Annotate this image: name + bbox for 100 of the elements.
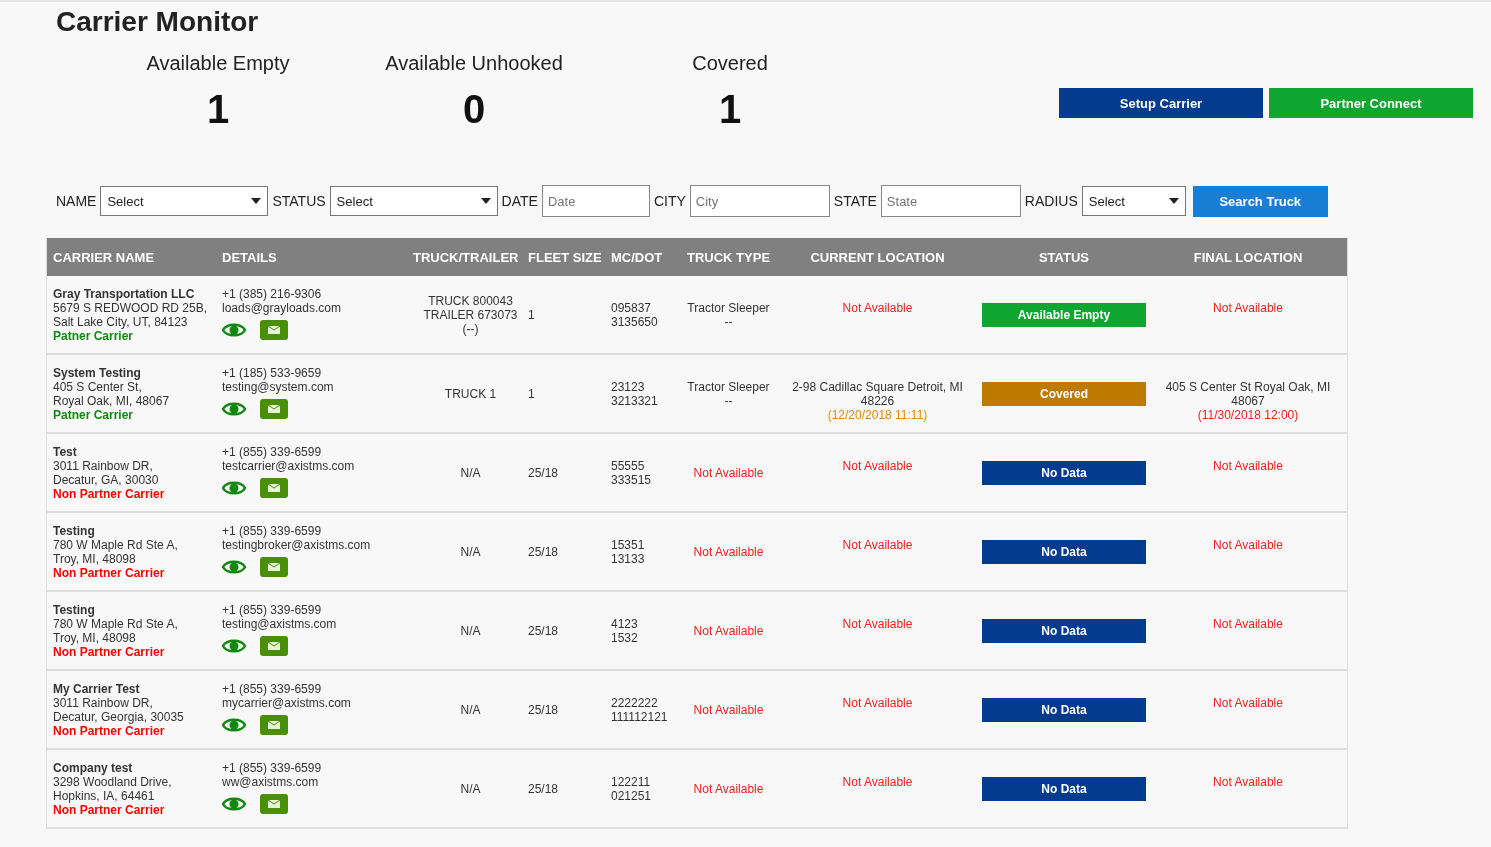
truck-type: Not Available [693, 702, 764, 717]
location-time: (11/30/2018 12:00) [1197, 408, 1299, 422]
final-location: Not Available [1213, 459, 1283, 473]
caret-icon [251, 198, 262, 204]
filter-select[interactable]: Select [1081, 186, 1186, 216]
carrier-name: Testing [53, 603, 96, 617]
filter-select[interactable]: Select [329, 186, 498, 216]
mail-icon[interactable] [260, 557, 288, 577]
partner-status: Non Partner Carrier [53, 645, 166, 659]
truck-trailer: N/A [460, 702, 481, 717]
column-header: FINAL LOCATION [1192, 249, 1304, 265]
location-time: (12/20/2018 11:11) [827, 408, 928, 422]
eye-icon[interactable] [222, 401, 246, 417]
filter-label: DATE [501, 193, 538, 209]
carrier-name: Test [53, 445, 78, 459]
carrier-address: Troy, MI, 48098 [53, 631, 137, 645]
truck-trailer: TRUCK 1 [444, 386, 497, 401]
partner-status: Patner Carrier [53, 408, 135, 422]
phone-number: +1 (855) 339-6599 [222, 445, 323, 459]
carrier-name: Testing [53, 524, 96, 538]
partner-status: Patner Carrier [53, 329, 135, 343]
truck-type: -- [724, 314, 733, 329]
carrier-address: Hopkins, IA, 64461 [53, 789, 156, 803]
eye-icon[interactable] [222, 559, 246, 575]
summary-count: 0 [462, 87, 486, 132]
eye-icon[interactable] [222, 717, 246, 733]
filter-select[interactable]: Select [100, 186, 269, 216]
filter-label: NAME [56, 193, 97, 209]
truck-trailer: TRAILER 673073 [423, 307, 518, 322]
truck-trailer: (--) [462, 321, 479, 336]
filter-label: RADIUS [1024, 193, 1078, 209]
current-location: Not Available [842, 301, 913, 315]
mc-dot-number: 3135650 [611, 314, 659, 329]
truck-type: Not Available [693, 623, 764, 638]
column-header: DETAILS [221, 249, 278, 265]
truck-trailer: TRUCK 800043 [428, 293, 513, 308]
truck-trailer: N/A [460, 465, 481, 480]
eye-icon[interactable] [222, 638, 246, 654]
mail-icon[interactable] [260, 478, 288, 498]
column-header: STATUS [1037, 249, 1091, 265]
carrier-address: 405 S Center St, [53, 380, 143, 394]
truck-type: Not Available [693, 465, 764, 480]
action-button[interactable]: Setup Carrier [1059, 88, 1263, 118]
status-badge: Covered [982, 381, 1146, 406]
mail-icon[interactable] [260, 399, 288, 419]
partner-status: Non Partner Carrier [53, 566, 166, 580]
carrier-address: 5679 S REDWOOD RD 25B, [53, 301, 209, 315]
email-address: loads@grayloads.com [222, 301, 342, 315]
eye-icon[interactable] [222, 322, 246, 338]
search-button[interactable]: Search Truck [1192, 185, 1328, 217]
summary-label: Covered [692, 52, 768, 75]
mail-icon[interactable] [260, 320, 288, 340]
filter-label: STATUS [272, 193, 326, 209]
truck-type: Not Available [693, 544, 764, 559]
carrier-name: Company test [53, 761, 134, 775]
mail-icon[interactable] [260, 794, 288, 814]
final-location: Not Available [1213, 775, 1283, 789]
summary-label: Available Empty [146, 52, 290, 75]
carrier-address: Salt Lake City, UT, 84123 [53, 315, 189, 329]
truck-type: -- [724, 393, 733, 408]
carrier-address: 780 W Maple Rd Ste A, [53, 617, 179, 631]
mc-dot-number: 122211 [611, 774, 652, 789]
filter-input[interactable]: State [880, 185, 1021, 217]
fleet-size: 25/18 [528, 544, 560, 559]
mc-dot-number: 4123 [611, 616, 639, 631]
phone-number: +1 (855) 339-6599 [222, 682, 323, 696]
carrier-address: 780 W Maple Rd Ste A, [53, 538, 179, 552]
current-location: Not Available [842, 696, 913, 710]
mail-icon[interactable] [260, 715, 288, 735]
fleet-size: 25/18 [528, 623, 560, 638]
partner-status: Non Partner Carrier [53, 724, 166, 738]
mc-dot-number: 333515 [611, 472, 653, 487]
mc-dot-number: 111112121 [611, 709, 669, 724]
summary-count: 1 [718, 87, 742, 132]
carrier-name: My Carrier Test [53, 682, 141, 696]
status-badge: No Data [982, 618, 1146, 643]
phone-number: +1 (185) 533-9659 [222, 366, 323, 380]
email-address: testingbroker@axistms.com [222, 538, 372, 552]
filter-label: CITY [653, 193, 686, 209]
mc-dot-number: 021251 [611, 788, 653, 803]
filter-input[interactable]: City [689, 185, 830, 217]
eye-icon[interactable] [222, 480, 246, 496]
mc-dot-number: 23123 [611, 379, 646, 394]
fleet-size: 1 [528, 307, 536, 322]
final-location: Not Available [1213, 538, 1283, 552]
carrier-name: Gray Transportation LLC [53, 287, 196, 301]
eye-icon[interactable] [222, 796, 246, 812]
final-location: Not Available [1213, 301, 1283, 315]
fleet-size: 1 [528, 386, 536, 401]
final-location: Not Available [1213, 617, 1283, 631]
phone-number: +1 (385) 216-9306 [222, 287, 323, 301]
mc-dot-number: 095837 [611, 300, 653, 315]
filter-input[interactable]: Date [541, 185, 650, 217]
current-location: Not Available [842, 617, 913, 631]
carrier-address: 3298 Woodland Drive, [53, 775, 173, 789]
status-badge: No Data [982, 539, 1146, 564]
status-badge: Available Empty [982, 302, 1146, 327]
current-location: Not Available [842, 538, 913, 552]
email-address: testing@system.com [222, 380, 335, 394]
mail-icon[interactable] [260, 636, 288, 656]
